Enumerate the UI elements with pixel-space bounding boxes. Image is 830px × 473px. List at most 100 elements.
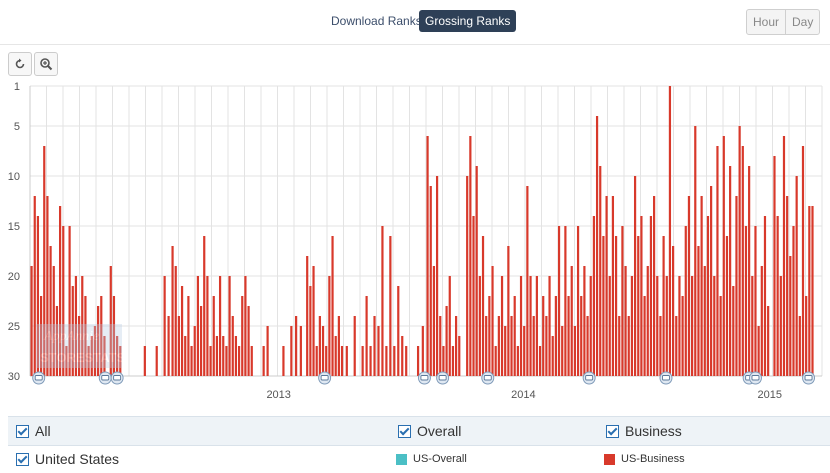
rank-bar [385,346,388,376]
event-flag-icon[interactable] [110,371,124,385]
checkbox-united-states-icon[interactable] [16,452,29,466]
event-flag-icon[interactable] [318,371,332,385]
event-flag-icon[interactable] [659,371,673,385]
checkbox-all-icon[interactable] [16,424,29,438]
tab-grossing-ranks[interactable]: Grossing Ranks [419,10,517,32]
rank-bar [155,346,158,376]
rank-bar [599,166,602,376]
rank-bar [241,296,244,376]
rank-bar [454,316,458,376]
reset-zoom-button[interactable] [8,52,32,76]
rank-bar [703,266,706,376]
rank-bar [583,266,586,376]
rank-bar [325,346,328,376]
rank-bar [234,336,238,376]
rank-bar [792,226,795,376]
y-tick-label: 20 [8,271,20,283]
event-flag-icon[interactable] [417,371,431,385]
rank-bar [345,346,348,376]
rank-bar [760,266,763,376]
rank-bar [561,326,564,376]
y-tick-label: 5 [14,121,20,133]
rank-bar [751,276,754,376]
y-tick-label: 30 [8,371,20,383]
rank-bar [748,166,751,376]
rank-bar [526,186,529,376]
rank-bar [732,286,735,376]
rank-bar [174,266,177,376]
rank-bar [589,276,592,376]
rank-bar [538,346,542,376]
hour-button[interactable]: Hour [747,10,785,34]
event-flag-icon[interactable] [98,371,112,385]
granularity-toggle: Hour Day [746,9,821,35]
rank-bar [643,296,646,376]
rank-bar [697,246,700,376]
rank-bar [662,236,665,376]
rank-bar [299,326,302,376]
event-flag-icon[interactable] [32,371,46,385]
rank-bar [665,276,668,376]
rank-bar [504,326,507,376]
rank-bar [429,186,432,376]
rank-bar [184,336,187,376]
event-flag-icon[interactable] [436,371,450,385]
rank-bar [262,346,265,376]
reset-icon [15,58,25,69]
legend-swatch-business [604,453,615,465]
filter-united-states[interactable]: United States [16,445,119,473]
rank-bar [193,326,196,376]
event-flag-icon[interactable] [748,371,762,385]
rank-bar [507,246,510,376]
rank-bar [532,316,535,376]
rank-bar [445,306,448,376]
checkbox-business-icon[interactable] [606,424,619,438]
rank-bar [432,266,436,376]
event-flag-icon[interactable] [802,371,816,385]
business-rank-bars [30,86,814,376]
rank-bar [365,296,368,376]
rank-bar [334,336,337,376]
legend-us-business[interactable]: US-Business [604,445,685,473]
rank-bar [754,226,757,376]
header-bar: Download Ranks Grossing Ranks Hour Day [0,0,830,45]
zoom-in-button[interactable] [34,52,58,76]
checkbox-overall-icon[interactable] [398,424,411,438]
rank-bar [318,316,321,376]
event-flag-icon[interactable] [582,371,596,385]
rank-bar [614,236,618,376]
rank-bar [710,186,713,376]
legend-us-overall[interactable]: US-Overall [396,445,467,473]
rank-bar [439,316,442,376]
rank-bar [586,316,589,376]
rank-bar [681,296,684,376]
rank-bar [580,296,583,376]
rank-bar [309,286,312,376]
filter-business[interactable]: Business [606,417,682,445]
day-button[interactable]: Day [785,10,819,34]
rank-bar [340,346,344,376]
rank-bar [237,346,241,376]
rank-bar [500,276,504,376]
rank-bar [529,276,532,376]
rank-bar [167,316,170,376]
rank-bar [542,296,545,376]
rank-bar [608,276,611,376]
rank-bar [782,136,786,376]
event-flag-icon[interactable] [481,371,495,385]
tab-download-ranks[interactable]: Download Ranks [325,10,428,32]
rank-bar [773,156,776,376]
rank-bar [143,346,146,376]
rank-bar [808,206,811,376]
rank-bar [713,276,716,376]
filter-overall[interactable]: Overall [398,417,461,445]
rank-bar [30,266,33,376]
rank-bar [725,236,729,376]
filter-all[interactable]: All [16,417,51,445]
rank-bar [646,266,649,376]
rank-bar [523,326,526,376]
rank-bar [738,126,741,376]
zoom-in-icon [40,58,53,71]
x-tick-label: 2014 [511,389,535,401]
rank-bar [694,126,697,376]
